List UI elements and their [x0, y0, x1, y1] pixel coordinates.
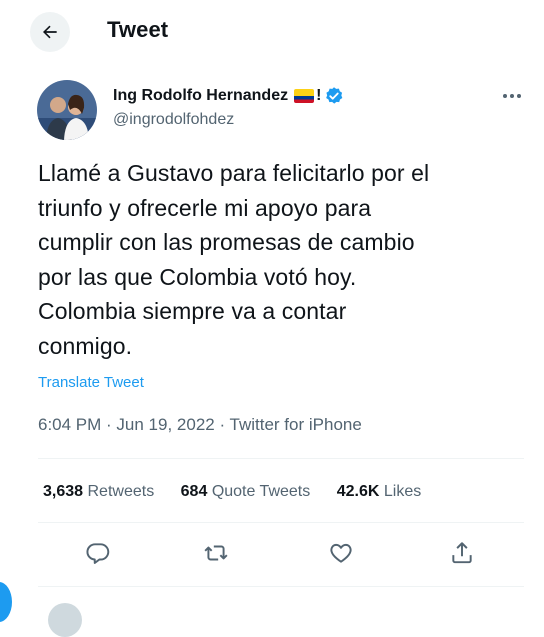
verified-badge-icon [324, 86, 344, 106]
back-button[interactable] [30, 12, 70, 52]
author-name[interactable]: Ing Rodolfo Hernandez ! [113, 86, 344, 106]
arrow-left-icon [43, 25, 57, 39]
tweet-actions [0, 540, 544, 570]
retweet-icon [204, 545, 228, 561]
page-header: Tweet [0, 0, 544, 62]
retweets-stat[interactable]: 3,638 Retweets [43, 483, 154, 501]
engagement-stats: 3,638 Retweets 684 Quote Tweets 42.6K Li… [43, 483, 421, 501]
avatar[interactable] [37, 80, 97, 140]
tweet-text-line: cumplir con las promesas de cambio [38, 229, 415, 255]
share-button[interactable] [449, 540, 475, 566]
page-title: Tweet [107, 17, 169, 42]
quote-tweets-stat[interactable]: 684 Quote Tweets [181, 483, 311, 501]
retweet-button[interactable] [203, 540, 229, 566]
likes-label: Likes [383, 483, 422, 500]
like-button[interactable] [328, 540, 354, 566]
author-name-text: Ing Rodolfo Hernandez [113, 87, 289, 104]
retweets-label: Retweets [87, 483, 155, 500]
more-options-button[interactable] [500, 86, 524, 106]
tweet-text-line: triunfo y ofrecerle mi apoyo para [38, 194, 372, 221]
divider [38, 522, 524, 523]
tweet-text-line: Colombia siempre va a contar [38, 298, 347, 324]
share-icon [452, 542, 472, 564]
more-horizontal-icon [503, 94, 521, 98]
divider [38, 586, 524, 587]
divider [38, 458, 524, 459]
colombia-flag-icon [294, 89, 315, 103]
retweets-count: 3,638 [43, 483, 84, 500]
quote-tweets-label: Quote Tweets [211, 483, 311, 500]
compose-button-edge[interactable] [0, 582, 12, 622]
likes-count: 42.6K [336, 483, 380, 500]
tweet-text: Llamé a Gustavo para felicitarlo por el … [38, 156, 528, 363]
author-handle[interactable]: @ingrodolfohdez [113, 111, 234, 129]
tweet-text-line: por las que Colombia votó hoy. [38, 263, 357, 290]
tweet-timestamp[interactable]: 6:04 PM · Jun 19, 2022 · Twitter for iPh… [38, 415, 362, 435]
tweet-text-line: conmigo. [38, 332, 133, 359]
tweet-text-line: Llamé a Gustavo para felicitarlo por el [38, 160, 430, 186]
author-name-suffix: ! [316, 87, 322, 104]
heart-icon [330, 543, 352, 563]
quote-tweets-count: 684 [180, 483, 208, 500]
reply-button[interactable] [85, 540, 111, 566]
profile-photo [37, 80, 97, 140]
likes-stat[interactable]: 42.6K Likes [337, 483, 422, 501]
reply-avatar[interactable] [48, 603, 82, 637]
reply-icon [86, 543, 110, 564]
translate-tweet-link[interactable]: Translate Tweet [38, 374, 144, 391]
